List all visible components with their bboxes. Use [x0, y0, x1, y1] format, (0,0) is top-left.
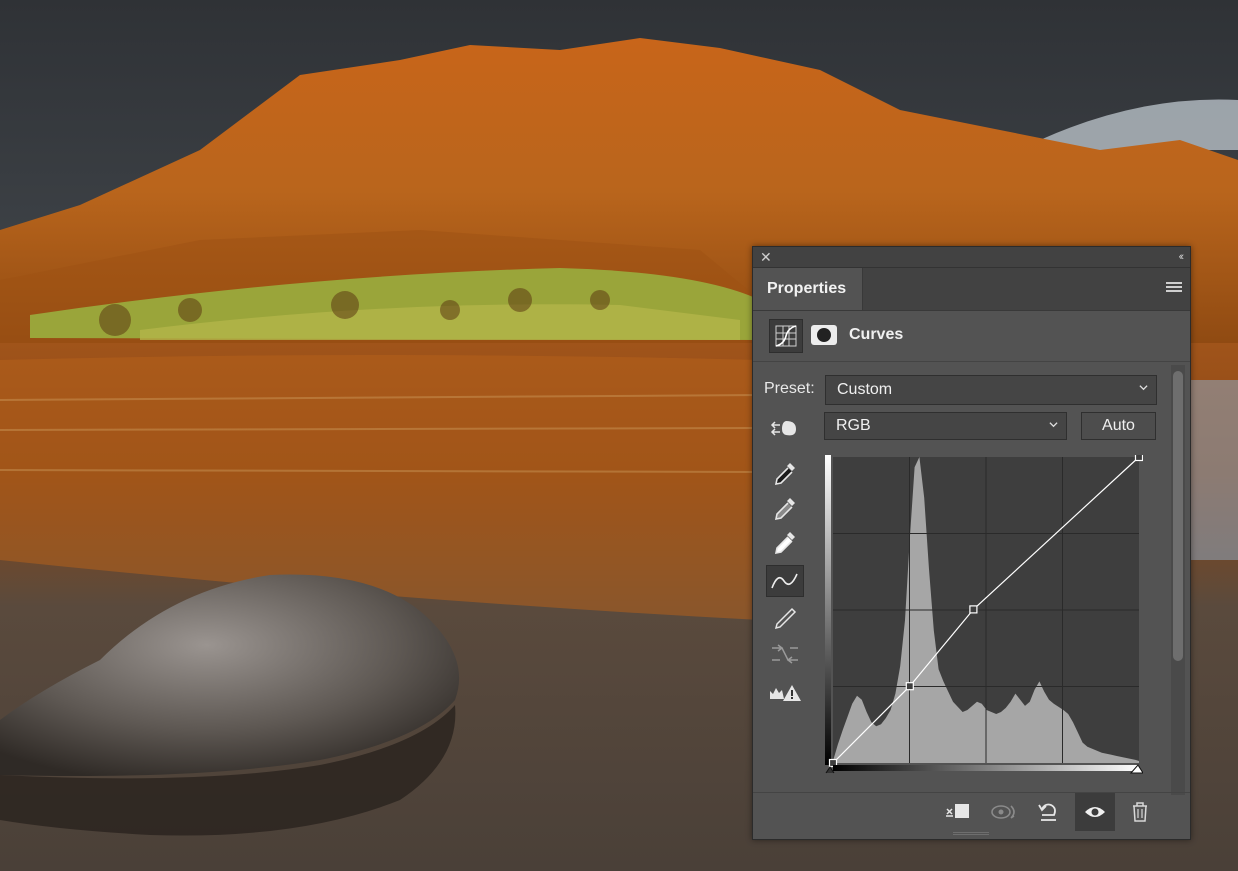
tab-properties[interactable]: Properties — [753, 268, 863, 310]
collapse-icon[interactable]: ‹‹ — [1179, 249, 1185, 265]
properties-panel: ✕ ‹‹ Properties Curves Preset: Custom RG… — [752, 246, 1191, 840]
curve-control-point[interactable] — [1134, 455, 1143, 462]
channel-dropdown[interactable]: RGB — [824, 412, 1067, 440]
input-gradient-bar — [833, 765, 1139, 771]
curves-graph[interactable] — [825, 455, 1143, 775]
view-previous-icon[interactable] — [989, 797, 1019, 827]
preset-dropdown[interactable]: Custom — [825, 375, 1157, 405]
black-point-slider[interactable] — [825, 766, 835, 774]
curve-control-point[interactable] — [905, 682, 914, 691]
chevron-down-icon — [1139, 385, 1148, 391]
adjustment-title: Curves — [849, 326, 904, 343]
eyedropper-black-icon[interactable] — [768, 459, 802, 489]
eyedropper-gray-icon[interactable] — [768, 494, 802, 524]
clipping-warning-icon[interactable] — [768, 677, 802, 707]
output-gradient-bar — [825, 455, 831, 765]
close-icon[interactable]: ✕ — [760, 249, 772, 265]
panel-footer — [753, 792, 1190, 831]
preset-label: Preset: — [764, 380, 815, 397]
auto-button[interactable]: Auto — [1081, 412, 1156, 440]
curve-control-point[interactable] — [969, 605, 978, 614]
eye-icon[interactable] — [1075, 793, 1115, 831]
adjustment-header: Curves — [753, 311, 1190, 362]
panel-titlebar: ✕ ‹‹ — [753, 247, 1190, 268]
tab-bar: Properties — [753, 268, 1190, 311]
pencil-icon[interactable] — [768, 602, 802, 632]
targeted-adjustment-icon[interactable] — [768, 413, 802, 443]
curves-adjustment-icon[interactable] — [769, 319, 803, 353]
panel-menu-icon[interactable] — [1166, 282, 1182, 294]
scrollbar-thumb[interactable] — [1173, 371, 1183, 661]
trash-icon[interactable] — [1125, 797, 1155, 827]
layer-mask-icon[interactable] — [811, 325, 837, 345]
resize-grip[interactable] — [953, 832, 989, 836]
curve-points-icon[interactable] — [766, 565, 804, 597]
eyedropper-white-icon[interactable] — [768, 528, 802, 558]
chevron-down-icon — [1049, 422, 1058, 428]
channel-value: RGB — [836, 417, 871, 434]
reset-icon[interactable] — [1033, 797, 1063, 827]
clip-to-layer-icon[interactable] — [943, 797, 973, 827]
preset-value: Custom — [837, 381, 893, 398]
smooth-curve-icon[interactable] — [768, 639, 802, 669]
